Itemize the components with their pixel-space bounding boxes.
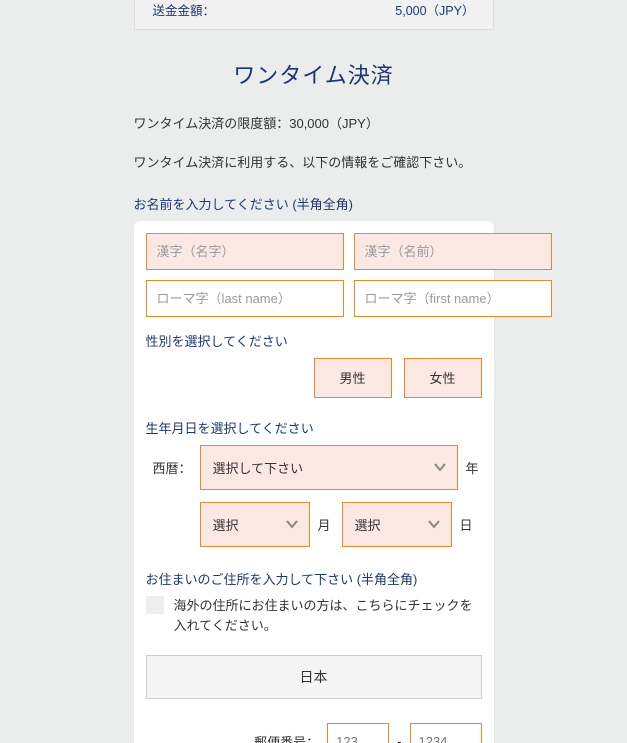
summary-box: 送金金額： 5,000（JPY）: [134, 0, 494, 30]
roman-first-name-field[interactable]: [354, 280, 552, 317]
era-label: 西暦：: [146, 458, 192, 477]
kanji-first-name-field[interactable]: [354, 233, 552, 270]
kanji-last-name-field[interactable]: [146, 233, 344, 270]
address-section-label: お住まいのご住所を入力して下さい (半角全角): [146, 569, 482, 588]
name-section-label: お名前を入力してください (半角全角): [134, 194, 494, 213]
page-title: ワンタイム決済: [134, 58, 494, 90]
birth-section-label: 生年月日を選択してください: [146, 418, 482, 437]
form-card: 性別を選択してください 男性 女性 生年月日を選択してください 西暦： 選択して…: [134, 221, 494, 743]
postal-label: 郵便番号：: [254, 732, 319, 743]
postal-dash: -: [397, 734, 401, 743]
country-box: 日本: [146, 655, 482, 699]
overseas-checkbox-label: 海外の住所にお住まいの方は、こちらにチェックを入れてください。: [174, 596, 482, 638]
limit-text: ワンタイム決済の限度額：30,000（JPY）: [134, 114, 494, 135]
gender-female-button[interactable]: 女性: [404, 358, 482, 398]
year-unit: 年: [466, 458, 482, 477]
month-unit: 月: [318, 515, 334, 534]
postal-code-2[interactable]: [410, 723, 482, 743]
amount-label: 送金金額：: [153, 0, 216, 19]
instruction-text: ワンタイム決済に利用する、以下の情報をご確認下さい。: [134, 153, 494, 174]
day-select[interactable]: 選択: [342, 502, 452, 547]
year-select[interactable]: 選択して下さい: [200, 445, 458, 490]
amount-value: 5,000（JPY）: [395, 0, 474, 19]
postal-code-1[interactable]: [327, 723, 389, 743]
month-select[interactable]: 選択: [200, 502, 310, 547]
gender-section-label: 性別を選択してください: [146, 331, 482, 350]
gender-male-button[interactable]: 男性: [314, 358, 392, 398]
roman-last-name-field[interactable]: [146, 280, 344, 317]
day-unit: 日: [460, 515, 476, 534]
overseas-checkbox[interactable]: [146, 596, 164, 614]
